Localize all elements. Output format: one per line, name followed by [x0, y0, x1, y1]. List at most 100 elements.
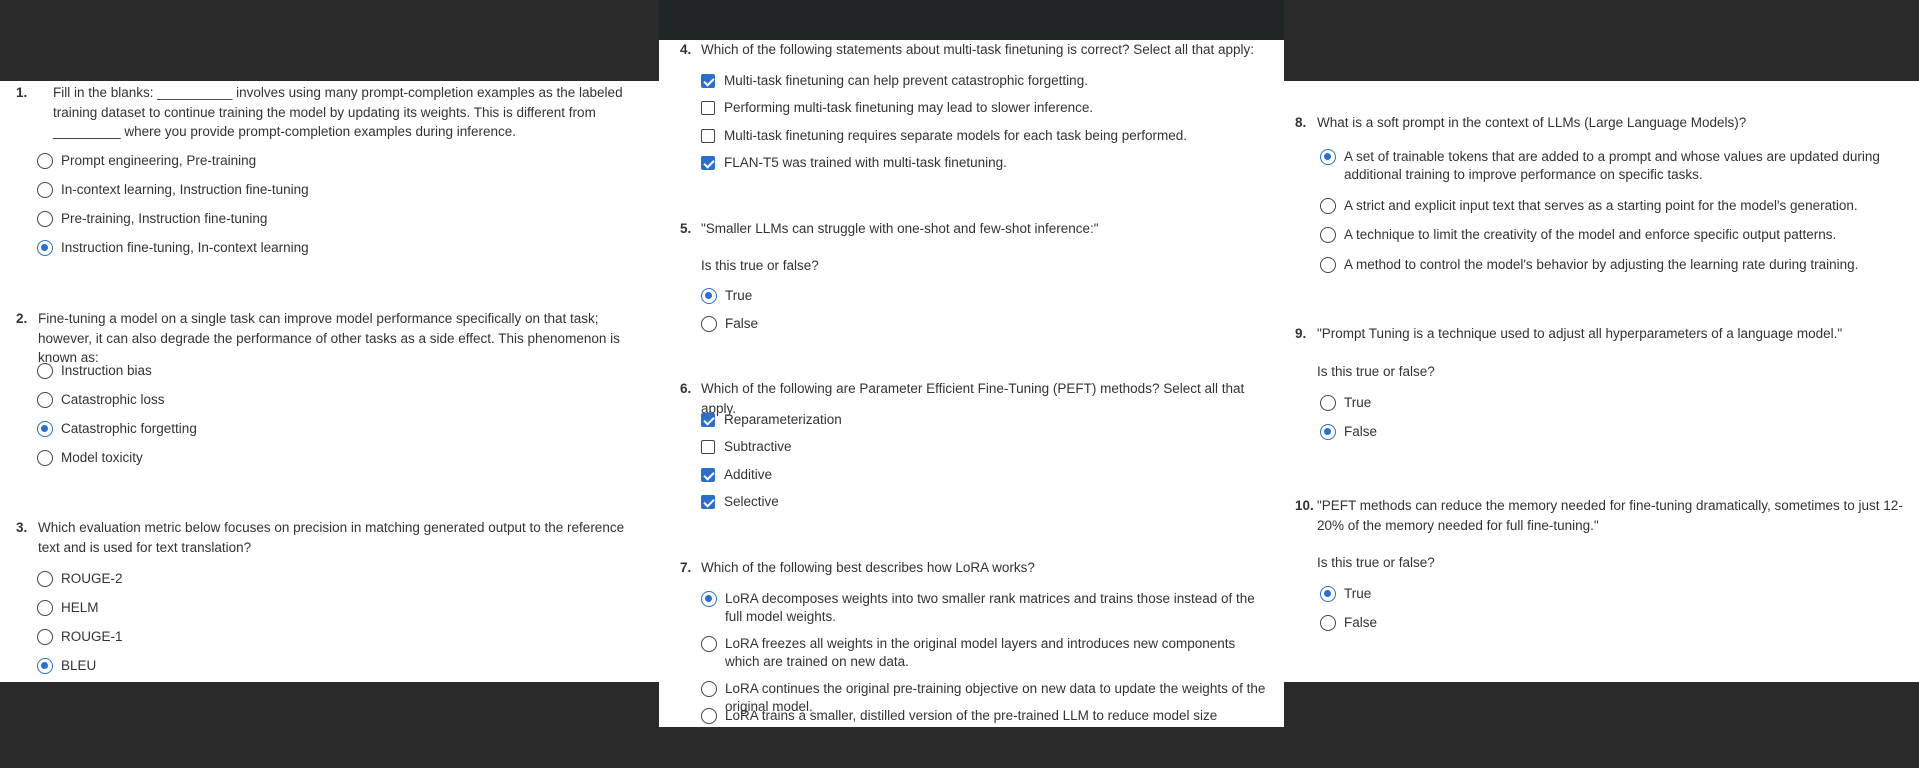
q3-option-4[interactable]: BLEU: [37, 657, 96, 675]
q10-option-1[interactable]: True: [1320, 585, 1371, 603]
question-text: "Smaller LLMs can struggle with one-shot…: [701, 221, 1099, 236]
question-text: Fill in the blanks: __________ involves …: [53, 85, 623, 139]
question-number: 5.: [680, 221, 692, 236]
q8-option-1[interactable]: A set of trainable tokens that are added…: [1320, 148, 1905, 184]
question-number: 3.: [16, 520, 28, 535]
question-7: 7. Which of the following best describes…: [659, 558, 1284, 578]
q3-option-1[interactable]: ROUGE-2: [37, 570, 123, 588]
quiz-panel-middle: 4. Which of the following statements abo…: [659, 40, 1284, 727]
q4-option-2[interactable]: Performing multi-task finetuning may lea…: [701, 99, 1093, 117]
radio-button[interactable]: [701, 316, 717, 332]
radio-button[interactable]: [1320, 257, 1336, 273]
radio-button[interactable]: [701, 636, 717, 652]
question-text: Fine-tuning a model on a single task can…: [38, 311, 620, 365]
checkbox[interactable]: [701, 440, 715, 454]
q9-option-1[interactable]: True: [1320, 394, 1371, 412]
q1-option-1[interactable]: Prompt engineering, Pre-training: [37, 152, 256, 170]
radio-button[interactable]: [37, 153, 53, 169]
radio-button[interactable]: [37, 392, 53, 408]
radio-button-selected[interactable]: [1320, 586, 1336, 602]
question-number: 1.: [16, 85, 28, 100]
radio-button-selected[interactable]: [1320, 424, 1336, 440]
radio-button-selected[interactable]: [37, 240, 53, 256]
q1-option-2[interactable]: In-context learning, Instruction fine-tu…: [37, 181, 309, 199]
radio-button-selected[interactable]: [37, 421, 53, 437]
radio-button[interactable]: [1320, 198, 1336, 214]
q6-option-3[interactable]: Additive: [701, 466, 772, 484]
question-subtext: Is this true or false?: [1317, 555, 1435, 570]
q2-option-4[interactable]: Model toxicity: [37, 449, 143, 467]
q1-option-3[interactable]: Pre-training, Instruction fine-tuning: [37, 210, 267, 228]
question-4: 4. Which of the following statements abo…: [659, 40, 1284, 60]
q4-option-4[interactable]: FLAN-T5 was trained with multi-task fine…: [701, 154, 1007, 172]
radio-button[interactable]: [37, 450, 53, 466]
question-number: 7.: [680, 560, 692, 575]
q2-option-1[interactable]: Instruction bias: [37, 362, 152, 380]
question-10: 10. "PEFT methods can reduce the memory …: [1284, 496, 1919, 535]
q9-option-2[interactable]: False: [1320, 423, 1377, 441]
top-bar: [659, 0, 1284, 40]
radio-button[interactable]: [701, 708, 717, 724]
q4-option-3[interactable]: Multi-task finetuning requires separate …: [701, 127, 1187, 145]
q5-option-2[interactable]: False: [701, 315, 758, 333]
question-3: 3. Which evaluation metric below focuses…: [0, 518, 659, 557]
quiz-panel-right: 8. What is a soft prompt in the context …: [1284, 81, 1919, 682]
radio-button[interactable]: [37, 629, 53, 645]
question-text: What is a soft prompt in the context of …: [1317, 115, 1747, 130]
question-9: 9. "Prompt Tuning is a technique used to…: [1284, 324, 1919, 344]
radio-button[interactable]: [37, 571, 53, 587]
q3-option-2[interactable]: HELM: [37, 599, 99, 617]
checkbox-checked[interactable]: [701, 74, 715, 88]
checkbox-checked[interactable]: [701, 156, 715, 170]
question-number: 8.: [1295, 115, 1307, 130]
question-number: 9.: [1295, 326, 1307, 341]
radio-button[interactable]: [37, 182, 53, 198]
question-1: 1. Fill in the blanks: __________ involv…: [0, 83, 659, 142]
q7-option-1[interactable]: LoRA decomposes weights into two smaller…: [701, 590, 1261, 626]
radio-button-selected[interactable]: [701, 591, 717, 607]
q6-option-2[interactable]: Subtractive: [701, 438, 792, 456]
checkbox-checked[interactable]: [701, 413, 715, 427]
question-number: 6.: [680, 381, 692, 396]
radio-button-selected[interactable]: [37, 658, 53, 674]
checkbox[interactable]: [701, 129, 715, 143]
q6-option-4[interactable]: Selective: [701, 493, 779, 511]
q10-option-2[interactable]: False: [1320, 614, 1377, 632]
question-5: 5. "Smaller LLMs can struggle with one-s…: [659, 219, 1284, 239]
q8-option-2[interactable]: A strict and explicit input text that se…: [1320, 197, 1858, 215]
question-number: 2.: [16, 311, 28, 326]
question-subtext: Is this true or false?: [1317, 364, 1435, 379]
q8-option-3[interactable]: A technique to limit the creativity of t…: [1320, 226, 1836, 244]
radio-button[interactable]: [701, 681, 717, 697]
question-text: Which evaluation metric below focuses on…: [38, 520, 625, 555]
checkbox-checked[interactable]: [701, 495, 715, 509]
question-subtext: Is this true or false?: [701, 258, 819, 273]
radio-button[interactable]: [37, 211, 53, 227]
radio-button[interactable]: [1320, 395, 1336, 411]
question-2: 2. Fine-tuning a model on a single task …: [0, 309, 659, 368]
question-text: "Prompt Tuning is a technique used to ad…: [1317, 326, 1843, 341]
q7-option-2[interactable]: LoRA freezes all weights in the original…: [701, 635, 1261, 671]
question-number: 10.: [1295, 498, 1314, 513]
question-text: "PEFT methods can reduce the memory need…: [1317, 498, 1903, 533]
question-8: 8. What is a soft prompt in the context …: [1284, 113, 1919, 133]
checkbox[interactable]: [701, 101, 715, 115]
radio-button[interactable]: [1320, 227, 1336, 243]
radio-button-selected[interactable]: [701, 288, 717, 304]
q8-option-4[interactable]: A method to control the model's behavior…: [1320, 256, 1858, 274]
q1-option-4[interactable]: Instruction fine-tuning, In-context lear…: [37, 239, 309, 257]
checkbox-checked[interactable]: [701, 468, 715, 482]
radio-button[interactable]: [1320, 615, 1336, 631]
radio-button[interactable]: [37, 363, 53, 379]
q5-option-1[interactable]: True: [701, 287, 752, 305]
q2-option-2[interactable]: Catastrophic loss: [37, 391, 165, 409]
question-text: Which of the following statements about …: [701, 42, 1255, 57]
radio-button[interactable]: [37, 600, 53, 616]
question-text: Which of the following best describes ho…: [701, 560, 1035, 575]
q2-option-3[interactable]: Catastrophic forgetting: [37, 420, 197, 438]
q6-option-1[interactable]: Reparameterization: [701, 411, 842, 429]
q4-option-1[interactable]: Multi-task finetuning can help prevent c…: [701, 72, 1088, 90]
q3-option-3[interactable]: ROUGE-1: [37, 628, 123, 646]
q7-option-4[interactable]: LoRA trains a smaller, distilled version…: [701, 707, 1276, 725]
radio-button-selected[interactable]: [1320, 149, 1336, 165]
